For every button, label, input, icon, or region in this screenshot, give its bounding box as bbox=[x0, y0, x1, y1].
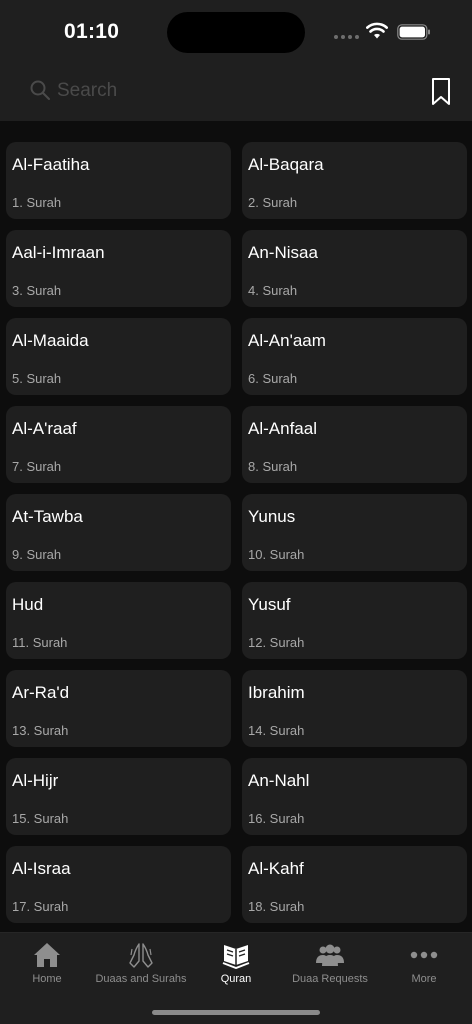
surah-name: Al-Kahf bbox=[248, 859, 304, 878]
surah-card[interactable]: Al-An'aam 6. Surah bbox=[242, 318, 467, 395]
surah-name: Al-Anfaal bbox=[248, 419, 317, 438]
tab-duaas-and-surahs[interactable]: Duaas and Surahs bbox=[91, 941, 191, 991]
surah-card[interactable]: Ar-Ra'd 13. Surah bbox=[6, 670, 231, 747]
search-input[interactable] bbox=[57, 76, 357, 106]
surah-name: At-Tawba bbox=[12, 507, 83, 526]
surah-name: Al-Baqara bbox=[248, 155, 324, 174]
surah-number: 16. Surah bbox=[248, 811, 305, 826]
surah-number: 4. Surah bbox=[248, 283, 298, 298]
surah-card[interactable]: Al-Faatiha 1. Surah bbox=[6, 142, 231, 219]
surah-number: 5. Surah bbox=[12, 371, 62, 386]
search-icon bbox=[30, 80, 50, 100]
surah-number: 13. Surah bbox=[12, 723, 69, 738]
battery-icon bbox=[397, 24, 430, 40]
surah-number: 10. Surah bbox=[248, 547, 305, 562]
surah-number: 9. Surah bbox=[12, 547, 62, 562]
tab-more[interactable]: More bbox=[374, 941, 472, 991]
surah-number: 11. Surah bbox=[12, 635, 68, 650]
surah-name: Aal-i-Imraan bbox=[12, 243, 105, 262]
surah-name: Al-Hijr bbox=[12, 771, 59, 790]
more-dots-icon bbox=[410, 951, 438, 959]
tab-quran[interactable]: Quran bbox=[186, 941, 286, 991]
surah-number: 15. Surah bbox=[12, 811, 69, 826]
surah-card[interactable]: Al-Hijr 15. Surah bbox=[6, 758, 231, 835]
screen: 01:10 Al-Faatiha 1. Surah Al-Baqara 2. Sura… bbox=[0, 0, 472, 1024]
surah-number: 17. Surah bbox=[12, 899, 69, 914]
surah-name: Al-Israa bbox=[12, 859, 71, 878]
surah-name: Ibrahim bbox=[248, 683, 305, 702]
home-indicator bbox=[152, 1010, 320, 1015]
surah-card[interactable]: An-Nisaa 4. Surah bbox=[242, 230, 467, 307]
tab-label: Duaa Requests bbox=[292, 973, 368, 985]
surah-name: An-Nisaa bbox=[248, 243, 318, 262]
surah-card[interactable]: Al-A'raaf 7. Surah bbox=[6, 406, 231, 483]
dynamic-island bbox=[167, 12, 305, 53]
surah-name: Al-Maaida bbox=[12, 331, 89, 350]
surah-name: Al-Faatiha bbox=[12, 155, 90, 174]
surah-number: 3. Surah bbox=[12, 283, 62, 298]
praying-hands-icon bbox=[129, 943, 153, 968]
surah-card[interactable]: Hud 11. Surah bbox=[6, 582, 231, 659]
surah-name: Ar-Ra'd bbox=[12, 683, 70, 702]
surah-card[interactable]: Al-Maaida 5. Surah bbox=[6, 318, 231, 395]
surah-number: 12. Surah bbox=[248, 635, 305, 650]
surah-card[interactable]: Al-Kahf 18. Surah bbox=[242, 846, 467, 923]
tab-label: Home bbox=[32, 973, 62, 985]
surah-name: An-Nahl bbox=[248, 771, 310, 790]
tab-home[interactable]: Home bbox=[0, 941, 97, 991]
tab-bar: Home Duaas and Surahs Quran Duaa Request… bbox=[0, 932, 472, 1024]
surah-list[interactable]: Al-Faatiha 1. Surah Al-Baqara 2. Surah Aal-i… bbox=[0, 121, 472, 932]
surah-card[interactable]: Yunus 10. Surah bbox=[242, 494, 467, 571]
wifi-icon bbox=[366, 22, 388, 39]
tab-label: Quran bbox=[220, 973, 252, 985]
surah-number: 1. Surah bbox=[12, 195, 62, 210]
surah-card[interactable]: Aal-i-Imraan 3. Surah bbox=[6, 230, 231, 307]
surah-number: 6. Surah bbox=[248, 371, 298, 386]
tab-label: Duaas and Surahs bbox=[95, 973, 187, 985]
search-header bbox=[0, 62, 472, 121]
status-bar: 01:10 bbox=[0, 0, 472, 62]
surah-card[interactable]: Al-Anfaal 8. Surah bbox=[242, 406, 467, 483]
people-icon bbox=[316, 944, 344, 966]
surah-card[interactable]: An-Nahl 16. Surah bbox=[242, 758, 467, 835]
surah-number: 18. Surah bbox=[248, 899, 305, 914]
surah-card[interactable]: Yusuf 12. Surah bbox=[242, 582, 467, 659]
surah-name: Hud bbox=[12, 595, 44, 614]
surah-number: 2. Surah bbox=[248, 195, 298, 210]
surah-number: 7. Surah bbox=[12, 459, 62, 474]
surah-card[interactable]: Al-Israa 17. Surah bbox=[6, 846, 231, 923]
surah-name: Al-An'aam bbox=[248, 331, 326, 350]
tab-duaa-requests[interactable]: Duaa Requests bbox=[280, 941, 380, 991]
surah-grid: Al-Faatiha 1. Surah Al-Baqara 2. Surah Aal-i… bbox=[6, 142, 467, 923]
surah-name: Yunus bbox=[248, 507, 296, 526]
surah-number: 14. Surah bbox=[248, 723, 305, 738]
surah-name: Yusuf bbox=[248, 595, 291, 614]
bookmark-icon[interactable] bbox=[430, 77, 452, 107]
surah-card[interactable]: At-Tawba 9. Surah bbox=[6, 494, 231, 571]
tab-label: More bbox=[411, 973, 437, 985]
home-icon bbox=[34, 943, 60, 967]
surah-name: Al-A'raaf bbox=[12, 419, 77, 438]
quran-book-icon bbox=[222, 945, 250, 969]
cellular-signal-icon bbox=[334, 35, 359, 39]
surah-number: 8. Surah bbox=[248, 459, 298, 474]
status-time: 01:10 bbox=[64, 20, 120, 43]
surah-card[interactable]: Al-Baqara 2. Surah bbox=[242, 142, 467, 219]
surah-card[interactable]: Ibrahim 14. Surah bbox=[242, 670, 467, 747]
